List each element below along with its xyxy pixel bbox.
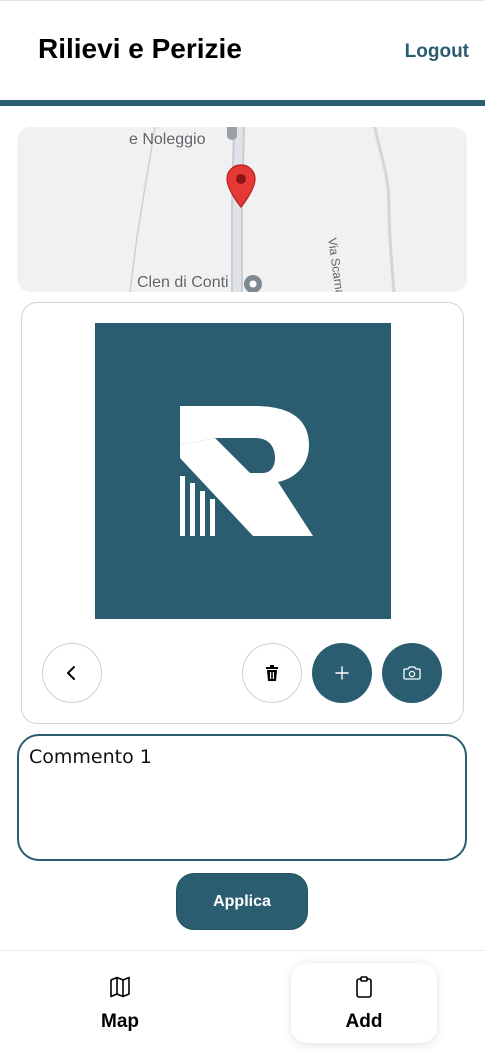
map-label-poi: e Noleggio — [129, 131, 206, 148]
prev-photo-button[interactable] — [42, 643, 102, 703]
camera-icon — [403, 666, 421, 680]
nav-item-add[interactable]: Add — [291, 963, 437, 1043]
photo-card — [21, 302, 464, 724]
delete-photo-button[interactable] — [242, 643, 302, 703]
chevron-left-icon — [67, 666, 75, 680]
app-header: Rilievi e Perizie Logout — [0, 0, 485, 100]
page-title: Rilievi e Perizie — [38, 33, 242, 64]
comment-field[interactable] — [17, 734, 467, 861]
apply-button[interactable]: Applica — [176, 873, 308, 930]
header-accent-bar — [0, 100, 485, 106]
nav-item-label: Map — [101, 1011, 139, 1032]
map-icon — [110, 976, 130, 998]
add-photo-button[interactable] — [312, 643, 372, 703]
plus-icon — [335, 666, 349, 680]
nav-item-label: Add — [345, 1011, 383, 1032]
trash-icon — [266, 665, 278, 681]
bottom-nav: Map Add — [0, 950, 485, 1056]
location-pin-icon[interactable] — [225, 163, 257, 209]
clipboard-icon — [356, 976, 372, 998]
r-logo-icon — [180, 406, 313, 536]
nav-item-map[interactable]: Map — [47, 963, 193, 1043]
camera-button[interactable] — [382, 643, 442, 703]
map-view[interactable]: e Noleggio Clen di Conti Via Scarnafigi — [17, 127, 467, 292]
photo-image — [95, 323, 391, 619]
map-label-place: Clen di Conti — [137, 274, 229, 291]
logout-button[interactable]: Logout — [405, 41, 469, 63]
